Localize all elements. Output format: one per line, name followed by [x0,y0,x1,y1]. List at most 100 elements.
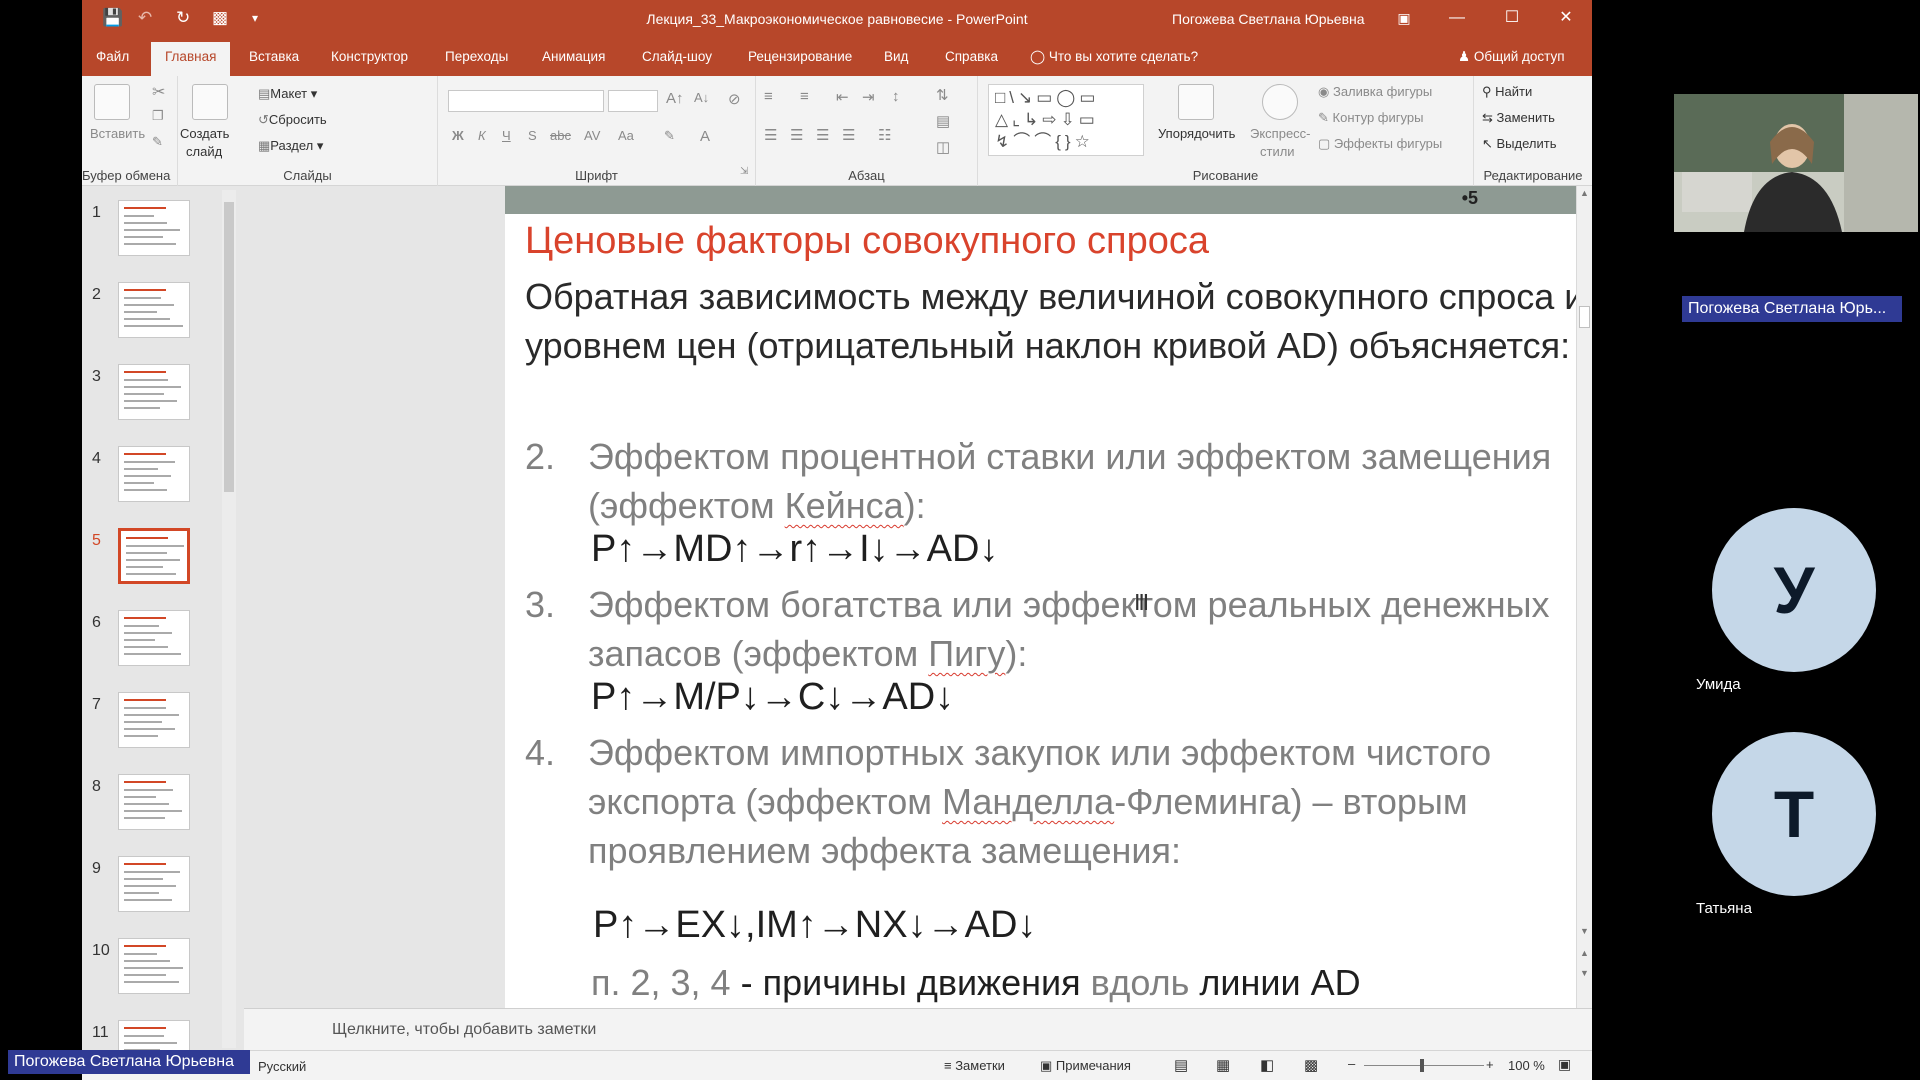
char-spacing-icon[interactable]: AV [584,128,600,143]
scroll-up-icon[interactable]: ▲ [1580,188,1589,198]
shape-effects-button[interactable]: ▢ Эффекты фигуры [1318,136,1442,152]
tab-design[interactable]: Конструктор [317,38,422,76]
align-left-icon[interactable]: ☰ [764,126,777,144]
change-case-icon[interactable]: Aa [618,128,634,143]
highlight-icon[interactable]: ✎ [664,128,675,144]
justify-icon[interactable]: ☰ [842,126,855,144]
zoom-slider-thumb[interactable] [1420,1059,1424,1072]
find-button[interactable]: ⚲ Найти [1482,84,1532,100]
zoom-slider[interactable] [1364,1065,1484,1066]
tab-slideshow[interactable]: Слайд-шоу [628,38,726,76]
underline-icon[interactable]: Ч [502,128,511,143]
quick-styles-icon[interactable] [1262,84,1298,120]
arrange-icon[interactable] [1178,84,1214,120]
zoom-out-icon[interactable]: – [1348,1056,1355,1071]
slide-thumbnail[interactable] [118,446,190,502]
tab-help[interactable]: Справка [931,38,1012,76]
account-name[interactable]: Погожева Светлана Юрьевна [1172,11,1365,27]
arrange-button[interactable]: Упорядочить [1158,126,1235,141]
strikethrough-icon[interactable]: abc [550,128,571,143]
slide-footer-text[interactable]: п. 2, 3, 4 - причины движения вдоль лини… [591,962,1361,1004]
notes-toggle-button[interactable]: ≡ Заметки [944,1058,1005,1073]
tab-transitions[interactable]: Переходы [431,38,522,76]
slide-title[interactable]: Ценовые факторы совокупного спроса [525,220,1209,263]
close-button[interactable]: ✕ [1551,5,1581,31]
zoom-in-icon[interactable]: + [1486,1057,1494,1072]
font-color-icon[interactable]: A [700,128,710,145]
new-slide-icon[interactable] [192,84,228,120]
format-painter-icon[interactable]: ✎ [152,134,163,150]
columns-icon[interactable]: ☷ [878,126,891,144]
italic-icon[interactable]: К [478,128,486,143]
reset-button[interactable]: ↺ Сбросить [258,112,327,128]
grow-font-icon[interactable]: A↑ [666,90,684,107]
ribbon-display-options-icon[interactable]: ▣ [1389,5,1419,31]
tab-insert[interactable]: Вставка [235,38,313,76]
font-size-box[interactable] [608,90,658,112]
quick-styles-button[interactable]: Экспресс- [1250,126,1311,141]
replace-button[interactable]: ⇆ Заменить [1482,110,1555,126]
normal-view-icon[interactable]: ▤ [1174,1056,1188,1074]
zoom-level[interactable]: 100 % [1508,1058,1545,1073]
bold-icon[interactable]: Ж [452,128,464,143]
slide-thumbnail[interactable] [118,528,190,584]
slide-intro-text[interactable]: Обратная зависимость между величиной сов… [525,272,1585,370]
select-button[interactable]: ↖ Выделить [1482,136,1557,152]
tab-file[interactable]: Файл [82,38,143,76]
increase-indent-icon[interactable]: ⇥ [862,88,875,106]
slide-sorter-icon[interactable]: ▦ [1216,1056,1230,1074]
numbering-icon[interactable]: ≡ [800,88,809,105]
next-slide-icon[interactable]: ▼ [1580,968,1589,978]
shadow-icon[interactable]: S [528,128,537,143]
language-indicator[interactable]: Русский [258,1059,306,1074]
slide-thumbnail[interactable] [118,774,190,830]
participant-avatar[interactable]: У [1712,508,1876,672]
text-direction-icon[interactable]: ⇅ [936,86,949,104]
tell-me-search[interactable]: ◯ Что вы хотите сделать? [1016,38,1212,76]
slide-thumbnail[interactable] [118,610,190,666]
align-right-icon[interactable]: ☰ [816,126,829,144]
tab-home[interactable]: Главная [151,42,231,76]
fit-to-window-icon[interactable]: ▣ [1558,1056,1571,1073]
smartart-icon[interactable]: ◫ [936,138,950,156]
scroll-down-icon[interactable]: ▼ [1580,926,1589,936]
new-slide-button[interactable]: Создать [180,126,229,141]
previous-slide-icon[interactable]: ▲ [1580,948,1589,958]
thumbnails-scrollbar[interactable] [222,190,236,1048]
line-spacing-icon[interactable]: ↕ [892,88,900,105]
minimize-button[interactable]: — [1442,5,1472,31]
reading-view-icon[interactable]: ◧ [1260,1056,1274,1074]
font-family-box[interactable] [448,90,604,112]
cut-icon[interactable]: ✂ [152,82,165,102]
slide-thumbnail[interactable] [118,200,190,256]
participant-avatar[interactable]: Т [1712,732,1876,896]
slide-scrollbar[interactable]: ▲ ▼ ▲ ▼ [1576,186,1592,1008]
slide-thumbnail[interactable] [118,282,190,338]
clear-format-icon[interactable]: ⊘ [728,90,741,108]
comments-toggle-button[interactable]: ▣ Примечания [1040,1058,1131,1074]
shrink-font-icon[interactable]: A↓ [694,90,709,105]
shapes-gallery[interactable]: □\↘▭◯▭ △⌞↳⇨⇩▭ ↯⌒⌒{}☆ [988,84,1144,156]
notes-placeholder[interactable]: Щелкните, чтобы добавить заметки [332,1021,596,1039]
paste-button[interactable]: Вставить [90,126,145,141]
align-center-icon[interactable]: ☰ [790,126,803,144]
slideshow-view-icon[interactable]: ▩ [1304,1056,1318,1074]
thumbnails-scroll-thumb[interactable] [224,202,234,492]
tab-animations[interactable]: Анимация [528,38,619,76]
copy-icon[interactable]: ❐ [152,108,164,124]
paste-icon[interactable] [94,84,130,120]
slide-scroll-thumb[interactable] [1579,306,1590,328]
bullets-icon[interactable]: ≡ [764,88,773,105]
tab-view[interactable]: Вид [870,38,922,76]
section-button[interactable]: ▦ Раздел ▾ [258,138,323,154]
shape-outline-button[interactable]: ✎ Контур фигуры [1318,110,1423,126]
slide-thumbnail[interactable] [118,692,190,748]
align-text-icon[interactable]: ▤ [936,112,950,130]
maximize-button[interactable]: ☐ [1497,5,1527,31]
slide-thumbnail[interactable] [118,364,190,420]
decrease-indent-icon[interactable]: ⇤ [836,88,849,106]
notes-pane[interactable]: Щелкните, чтобы добавить заметки [244,1008,1592,1050]
shape-fill-button[interactable]: ◉ Заливка фигуры [1318,84,1432,100]
slide-canvas[interactable]: •5 Ценовые факторы совокупного спроса Об… [505,186,1592,1008]
layout-button[interactable]: ▤ Макет ▾ [258,86,317,102]
